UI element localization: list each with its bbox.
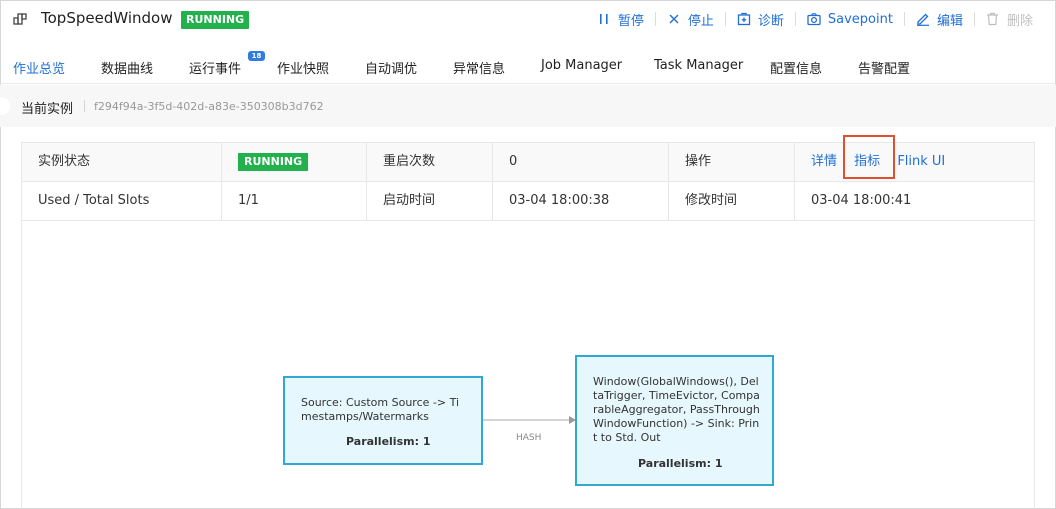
info-row-status: 实例状态 RUNNING 重启次数 0 操作 详情 指标 Flink UI [22, 135, 1034, 182]
stop-label: 停止 [687, 13, 714, 29]
state-badge: RUNNING [238, 152, 309, 171]
job-tabs: 作业总览 数据曲线 运行事件 作业快照 自动调优 异常信息 Job Manage… [0, 48, 1056, 84]
edit-label: 编辑 [936, 13, 963, 29]
tab-overview[interactable]: 作业总览 [13, 58, 65, 77]
status-badge: RUNNING [181, 11, 250, 29]
delete-label: 删除 [1006, 13, 1033, 29]
slots-value: 1/1 [238, 193, 259, 208]
trash-icon [986, 12, 1000, 26]
savepoint-button[interactable]: Savepoint [796, 12, 904, 27]
pause-icon [597, 12, 611, 26]
column-divider [492, 143, 493, 221]
job-toolbar: 暂停 停止 诊断 Savepoint 编辑 删除 [586, 9, 1044, 29]
pause-button[interactable]: 暂停 [586, 10, 655, 29]
column-divider [668, 143, 669, 221]
column-divider [794, 143, 795, 221]
job-header: TopSpeedWindow RUNNING 暂停 停止 诊断 Savepoin… [0, 0, 1056, 40]
edit-icon [916, 12, 930, 26]
modify-time-label: 修改时间 [685, 193, 738, 208]
start-time-label: 启动时间 [383, 193, 436, 208]
tab-config[interactable]: 配置信息 [770, 58, 822, 77]
tab-metrics-curve[interactable]: 数据曲线 [101, 58, 153, 77]
tab-snapshots[interactable]: 作业快照 [277, 58, 329, 77]
edge-label: HASH [516, 433, 542, 443]
window-operator-text: Window(GlobalWindows(), DeltaTrigger, Ti… [593, 375, 760, 444]
source-operator-text: Source: Custom Source -> Timestamps/Wate… [301, 396, 460, 423]
details-link[interactable]: 详情 [811, 154, 837, 169]
instance-panel: 实例状态 RUNNING 重启次数 0 操作 详情 指标 Flink UI Us… [21, 135, 1035, 509]
modify-time-value: 03-04 18:00:41 [811, 193, 912, 208]
info-row-slots: Used / Total Slots 1/1 启动时间 03-04 18:00:… [22, 182, 1034, 221]
tab-autotune[interactable]: 自动调优 [365, 58, 417, 77]
savepoint-label: Savepoint [827, 11, 893, 27]
instance-label: 当前实例 [21, 102, 74, 117]
state-cell: RUNNING [222, 143, 309, 182]
hash-edge [483, 416, 576, 424]
camera-icon [807, 12, 821, 26]
tab-exceptions[interactable]: 异常信息 [453, 58, 505, 77]
window-operator-node[interactable]: Window(GlobalWindows(), DeltaTrigger, Ti… [575, 355, 774, 486]
diagnose-icon [737, 12, 751, 26]
job-icon [13, 11, 29, 27]
window-parallelism: Parallelism: 1 [638, 457, 723, 470]
column-divider [366, 143, 367, 221]
instance-bar: 当前实例 f294f94a-3f5d-402d-a83e-350308b3d76… [0, 85, 1056, 127]
metrics-highlight-box [843, 135, 895, 179]
diagnose-button[interactable]: 诊断 [726, 10, 795, 29]
source-parallelism: Parallelism: 1 [346, 435, 431, 448]
tab-job-manager[interactable]: Job Manager [541, 58, 622, 73]
stop-button[interactable]: 停止 [656, 10, 725, 29]
tab-task-manager[interactable]: Task Manager [654, 58, 743, 73]
restart-label: 重启次数 [383, 154, 436, 169]
stop-icon [667, 12, 681, 26]
events-count-badge: 18 [248, 51, 265, 61]
pause-label: 暂停 [617, 13, 644, 29]
instance-id: f294f94a-3f5d-402d-a83e-350308b3d762 [94, 100, 324, 113]
state-label: 实例状态 [38, 154, 91, 169]
column-divider [221, 143, 222, 221]
start-time-value: 03-04 18:00:38 [509, 193, 610, 208]
diagnose-label: 诊断 [757, 13, 784, 29]
tab-alerts[interactable]: 告警配置 [858, 58, 910, 77]
flink-ui-link[interactable]: Flink UI [897, 154, 945, 169]
slots-label: Used / Total Slots [38, 193, 150, 208]
job-title: TopSpeedWindow [41, 9, 173, 27]
source-operator-node[interactable]: Source: Custom Source -> Timestamps/Wate… [283, 376, 483, 465]
tab-events[interactable]: 运行事件 [189, 58, 241, 77]
instance-notch [0, 97, 10, 115]
delete-button[interactable]: 删除 [975, 10, 1044, 29]
edit-button[interactable]: 编辑 [905, 10, 974, 29]
instance-divider [84, 100, 85, 112]
restart-value: 0 [509, 154, 518, 169]
ops-label: 操作 [685, 154, 712, 169]
